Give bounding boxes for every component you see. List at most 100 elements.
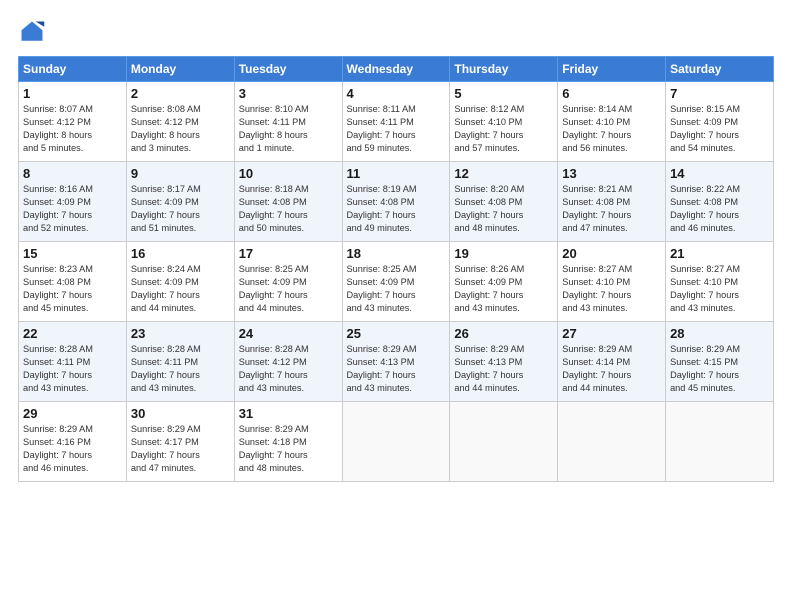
- calendar-cell: 27 Sunrise: 8:29 AMSunset: 4:14 PMDayligh…: [558, 322, 666, 402]
- week-row-1: 8 Sunrise: 8:16 AMSunset: 4:09 PMDaylight…: [19, 162, 774, 242]
- week-row-2: 15 Sunrise: 8:23 AMSunset: 4:08 PMDayligh…: [19, 242, 774, 322]
- day-number: 14: [670, 166, 769, 181]
- header-thursday: Thursday: [450, 57, 558, 82]
- day-number: 23: [131, 326, 230, 341]
- calendar-cell: 16Sunrise: 8:24 AMSunset: 4:09 PMDayligh…: [126, 242, 234, 322]
- day-number: 20: [562, 246, 661, 261]
- calendar-cell: 2 Sunrise: 8:08 AMSunset: 4:12 PMDaylight…: [126, 82, 234, 162]
- day-number: 8: [23, 166, 122, 181]
- calendar-cell: 26Sunrise: 8:29 AMSunset: 4:13 PMDayligh…: [450, 322, 558, 402]
- cell-info: Sunrise: 8:22 AMSunset: 4:08 PMDaylight:…: [670, 183, 769, 235]
- cell-info: Sunrise: 8:24 AMSunset: 4:09 PMDaylight:…: [131, 263, 230, 315]
- day-number: 28: [670, 326, 769, 341]
- cell-info: Sunrise: 8:10 AMSunset: 4:11 PMDaylight:…: [239, 103, 338, 155]
- cell-info: Sunrise: 8:07 AMSunset: 4:12 PMDaylight:…: [23, 103, 122, 155]
- calendar-cell: 14 Sunrise: 8:22 AMSunset: 4:08 PMDayligh…: [666, 162, 774, 242]
- calendar-cell: 18 Sunrise: 8:25 AMSunset: 4:09 PMDayligh…: [342, 242, 450, 322]
- calendar-cell: 23Sunrise: 8:28 AMSunset: 4:11 PMDayligh…: [126, 322, 234, 402]
- day-number: 13: [562, 166, 661, 181]
- calendar-cell: [666, 402, 774, 482]
- cell-info: Sunrise: 8:25 AMSunset: 4:09 PMDaylight:…: [239, 263, 338, 315]
- calendar-cell: [342, 402, 450, 482]
- header-friday: Friday: [558, 57, 666, 82]
- day-number: 27: [562, 326, 661, 341]
- day-number: 6: [562, 86, 661, 101]
- calendar-cell: 25Sunrise: 8:29 AMSunset: 4:13 PMDayligh…: [342, 322, 450, 402]
- calendar-cell: 22 Sunrise: 8:28 AMSunset: 4:11 PMDayligh…: [19, 322, 127, 402]
- day-number: 7: [670, 86, 769, 101]
- day-number: 2: [131, 86, 230, 101]
- day-number: 29: [23, 406, 122, 421]
- calendar-cell: 17 Sunrise: 8:25 AMSunset: 4:09 PMDayligh…: [234, 242, 342, 322]
- cell-info: Sunrise: 8:29 AMSunset: 4:17 PMDaylight:…: [131, 423, 230, 475]
- calendar-body: 1 Sunrise: 8:07 AMSunset: 4:12 PMDaylight…: [19, 82, 774, 482]
- day-number: 18: [347, 246, 446, 261]
- page: SundayMondayTuesdayWednesdayThursdayFrid…: [0, 0, 792, 612]
- calendar-cell: 28 Sunrise: 8:29 AMSunset: 4:15 PMDayligh…: [666, 322, 774, 402]
- calendar-cell: 29 Sunrise: 8:29 AMSunset: 4:16 PMDayligh…: [19, 402, 127, 482]
- calendar-cell: 1 Sunrise: 8:07 AMSunset: 4:12 PMDaylight…: [19, 82, 127, 162]
- calendar-cell: [558, 402, 666, 482]
- cell-info: Sunrise: 8:29 AMSunset: 4:18 PMDaylight:…: [239, 423, 338, 475]
- calendar-cell: 11 Sunrise: 8:19 AMSunset: 4:08 PMDayligh…: [342, 162, 450, 242]
- cell-info: Sunrise: 8:29 AMSunset: 4:16 PMDaylight:…: [23, 423, 122, 475]
- header-monday: Monday: [126, 57, 234, 82]
- cell-info: Sunrise: 8:16 AMSunset: 4:09 PMDaylight:…: [23, 183, 122, 235]
- day-number: 5: [454, 86, 553, 101]
- logo-icon: [18, 18, 46, 46]
- day-number: 19: [454, 246, 553, 261]
- calendar-cell: 12 Sunrise: 8:20 AMSunset: 4:08 PMDayligh…: [450, 162, 558, 242]
- cell-info: Sunrise: 8:14 AMSunset: 4:10 PMDaylight:…: [562, 103, 661, 155]
- day-number: 1: [23, 86, 122, 101]
- cell-info: Sunrise: 8:29 AMSunset: 4:14 PMDaylight:…: [562, 343, 661, 395]
- header-sunday: Sunday: [19, 57, 127, 82]
- calendar-cell: 6 Sunrise: 8:14 AMSunset: 4:10 PMDaylight…: [558, 82, 666, 162]
- day-number: 31: [239, 406, 338, 421]
- header: [18, 18, 774, 46]
- header-wednesday: Wednesday: [342, 57, 450, 82]
- cell-info: Sunrise: 8:29 AMSunset: 4:15 PMDaylight:…: [670, 343, 769, 395]
- calendar-cell: 19Sunrise: 8:26 AMSunset: 4:09 PMDayligh…: [450, 242, 558, 322]
- calendar-cell: [450, 402, 558, 482]
- calendar-header: SundayMondayTuesdayWednesdayThursdayFrid…: [19, 57, 774, 82]
- day-number: 10: [239, 166, 338, 181]
- calendar-cell: 9 Sunrise: 8:17 AMSunset: 4:09 PMDaylight…: [126, 162, 234, 242]
- header-tuesday: Tuesday: [234, 57, 342, 82]
- cell-info: Sunrise: 8:21 AMSunset: 4:08 PMDaylight:…: [562, 183, 661, 235]
- day-number: 11: [347, 166, 446, 181]
- calendar-cell: 31 Sunrise: 8:29 AMSunset: 4:18 PMDayligh…: [234, 402, 342, 482]
- cell-info: Sunrise: 8:29 AMSunset: 4:13 PMDaylight:…: [347, 343, 446, 395]
- day-number: 12: [454, 166, 553, 181]
- calendar-cell: 15 Sunrise: 8:23 AMSunset: 4:08 PMDayligh…: [19, 242, 127, 322]
- cell-info: Sunrise: 8:29 AMSunset: 4:13 PMDaylight:…: [454, 343, 553, 395]
- cell-info: Sunrise: 8:12 AMSunset: 4:10 PMDaylight:…: [454, 103, 553, 155]
- day-number: 21: [670, 246, 769, 261]
- cell-info: Sunrise: 8:19 AMSunset: 4:08 PMDaylight:…: [347, 183, 446, 235]
- calendar-cell: 20Sunrise: 8:27 AMSunset: 4:10 PMDayligh…: [558, 242, 666, 322]
- cell-info: Sunrise: 8:20 AMSunset: 4:08 PMDaylight:…: [454, 183, 553, 235]
- logo: [18, 18, 50, 46]
- cell-info: Sunrise: 8:17 AMSunset: 4:09 PMDaylight:…: [131, 183, 230, 235]
- day-number: 4: [347, 86, 446, 101]
- cell-info: Sunrise: 8:28 AMSunset: 4:11 PMDaylight:…: [23, 343, 122, 395]
- header-row: SundayMondayTuesdayWednesdayThursdayFrid…: [19, 57, 774, 82]
- cell-info: Sunrise: 8:23 AMSunset: 4:08 PMDaylight:…: [23, 263, 122, 315]
- cell-info: Sunrise: 8:28 AMSunset: 4:12 PMDaylight:…: [239, 343, 338, 395]
- calendar-cell: 7 Sunrise: 8:15 AMSunset: 4:09 PMDaylight…: [666, 82, 774, 162]
- calendar-cell: 4 Sunrise: 8:11 AMSunset: 4:11 PMDaylight…: [342, 82, 450, 162]
- cell-info: Sunrise: 8:08 AMSunset: 4:12 PMDaylight:…: [131, 103, 230, 155]
- day-number: 3: [239, 86, 338, 101]
- cell-info: Sunrise: 8:15 AMSunset: 4:09 PMDaylight:…: [670, 103, 769, 155]
- calendar-cell: 5 Sunrise: 8:12 AMSunset: 4:10 PMDaylight…: [450, 82, 558, 162]
- day-number: 9: [131, 166, 230, 181]
- day-number: 15: [23, 246, 122, 261]
- header-saturday: Saturday: [666, 57, 774, 82]
- week-row-0: 1 Sunrise: 8:07 AMSunset: 4:12 PMDaylight…: [19, 82, 774, 162]
- cell-info: Sunrise: 8:18 AMSunset: 4:08 PMDaylight:…: [239, 183, 338, 235]
- cell-info: Sunrise: 8:11 AMSunset: 4:11 PMDaylight:…: [347, 103, 446, 155]
- calendar-cell: 3 Sunrise: 8:10 AMSunset: 4:11 PMDaylight…: [234, 82, 342, 162]
- cell-info: Sunrise: 8:27 AMSunset: 4:10 PMDaylight:…: [670, 263, 769, 315]
- day-number: 22: [23, 326, 122, 341]
- day-number: 17: [239, 246, 338, 261]
- cell-info: Sunrise: 8:25 AMSunset: 4:09 PMDaylight:…: [347, 263, 446, 315]
